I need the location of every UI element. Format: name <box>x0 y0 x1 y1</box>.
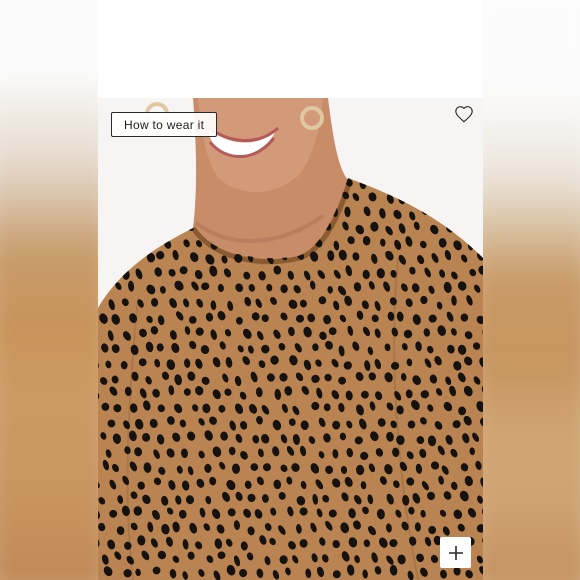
heart-outline-icon[interactable] <box>454 105 474 123</box>
blurred-background-left <box>0 0 98 580</box>
how-to-wear-it-label: How to wear it <box>124 117 205 132</box>
product-photo[interactable] <box>98 98 483 580</box>
blurred-background-right <box>482 0 580 580</box>
plus-icon <box>448 545 464 561</box>
product-image-viewer: How to wear it <box>0 0 580 580</box>
expand-image-button[interactable] <box>440 537 471 568</box>
how-to-wear-it-button[interactable]: How to wear it <box>111 112 218 137</box>
